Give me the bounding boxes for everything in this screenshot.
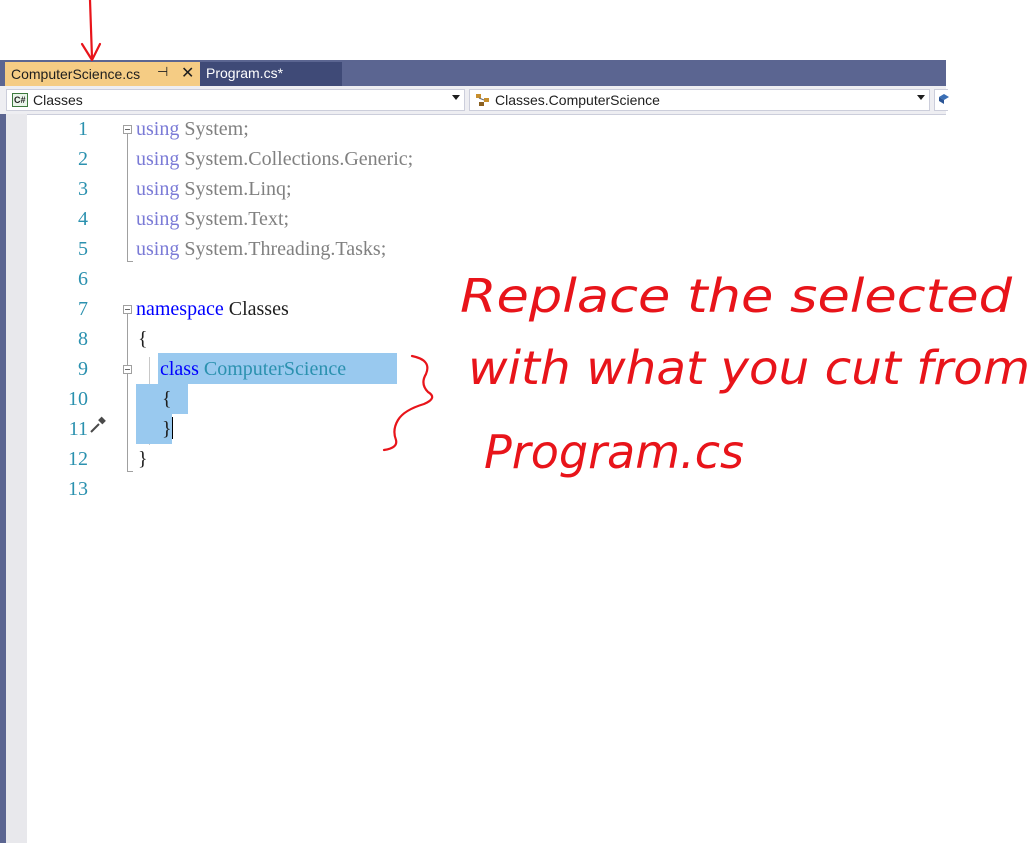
text-cursor xyxy=(171,417,173,439)
line-number: 12 xyxy=(68,448,88,470)
keyword: using xyxy=(136,208,180,230)
code-text: } xyxy=(162,418,172,440)
outline-guide xyxy=(127,314,128,472)
keyword: using xyxy=(136,148,180,170)
keyword: using xyxy=(136,178,180,200)
keyword: using xyxy=(136,118,180,140)
class-icon xyxy=(476,94,489,106)
outline-guide xyxy=(127,134,128,262)
outline-guide xyxy=(127,471,133,472)
tab-computerscience-cs[interactable]: ComputerScience.cs ⊣ ✕ xyxy=(5,62,200,86)
code-line[interactable]: using System.Linq; xyxy=(136,174,292,204)
collapse-icon[interactable] xyxy=(123,305,132,314)
arrow-line xyxy=(88,0,94,60)
type-dropdown-value: Classes.ComputerScience xyxy=(495,92,660,108)
tab-label: ComputerScience.cs xyxy=(11,66,141,82)
keyword: namespace xyxy=(136,298,224,320)
pin-icon[interactable]: ⊣ xyxy=(157,64,168,80)
close-icon[interactable]: ✕ xyxy=(181,63,194,83)
line-number: 1 xyxy=(78,118,88,140)
project-dropdown-value: Classes xyxy=(33,92,83,108)
type-dropdown[interactable]: Classes.ComputerScience xyxy=(469,89,930,111)
tab-program-cs[interactable]: Program.cs* xyxy=(200,62,342,86)
collapse-icon[interactable] xyxy=(123,365,132,374)
code-line[interactable]: { xyxy=(138,324,148,354)
line-number: 3 xyxy=(78,178,88,200)
navigation-bar: C# Classes Classes.ComputerScience xyxy=(0,86,949,115)
code-line[interactable]: using System; xyxy=(136,114,249,144)
member-dropdown[interactable] xyxy=(934,89,949,111)
csharp-project-icon: C# xyxy=(12,93,28,107)
collapse-icon[interactable] xyxy=(123,125,132,134)
code-line[interactable]: } xyxy=(162,414,173,444)
outline-guide xyxy=(127,261,133,262)
line-number: 7 xyxy=(78,298,88,320)
project-dropdown[interactable]: C# Classes xyxy=(6,89,465,111)
code-text: System.Linq; xyxy=(179,178,292,200)
chevron-down-icon xyxy=(452,95,460,100)
indicator-margin xyxy=(6,114,27,843)
code-text: System.Collections.Generic; xyxy=(179,148,414,170)
chevron-down-icon xyxy=(917,95,925,100)
code-line[interactable]: using System.Threading.Tasks; xyxy=(136,234,386,264)
annotation-line-2: with what you cut from xyxy=(468,341,1030,395)
code-line[interactable]: class ComputerScience xyxy=(160,354,346,384)
line-number: 9 xyxy=(78,358,88,380)
line-number: 6 xyxy=(78,268,88,290)
annotation-line-1: Replace the selected xyxy=(460,269,1013,323)
arrow-head xyxy=(80,42,102,62)
keyword: using xyxy=(136,238,180,260)
line-number: 4 xyxy=(78,208,88,230)
code-line[interactable]: { xyxy=(162,384,172,414)
keyword: class xyxy=(160,358,199,380)
quick-actions-screwdriver-icon[interactable] xyxy=(89,416,107,434)
annotation-line-3: Program.cs xyxy=(484,425,744,479)
code-text: System.Threading.Tasks; xyxy=(179,238,387,260)
line-number: 8 xyxy=(78,328,88,350)
code-text: System.Text; xyxy=(179,208,290,230)
line-number: 13 xyxy=(68,478,88,500)
code-line[interactable]: using System.Collections.Generic; xyxy=(136,144,413,174)
line-number: 10 xyxy=(68,388,88,410)
code-line[interactable]: namespace Classes xyxy=(136,294,289,324)
tab-label: Program.cs* xyxy=(206,65,284,81)
line-number: 5 xyxy=(78,238,88,260)
cube-icon xyxy=(939,94,949,104)
code-text: Classes xyxy=(223,298,289,320)
code-text: System; xyxy=(179,118,249,140)
line-number: 2 xyxy=(78,148,88,170)
code-line[interactable]: using System.Text; xyxy=(136,204,289,234)
line-number: 11 xyxy=(68,418,88,440)
code-line[interactable]: } xyxy=(138,444,148,474)
type-name: ComputerScience xyxy=(203,358,347,380)
